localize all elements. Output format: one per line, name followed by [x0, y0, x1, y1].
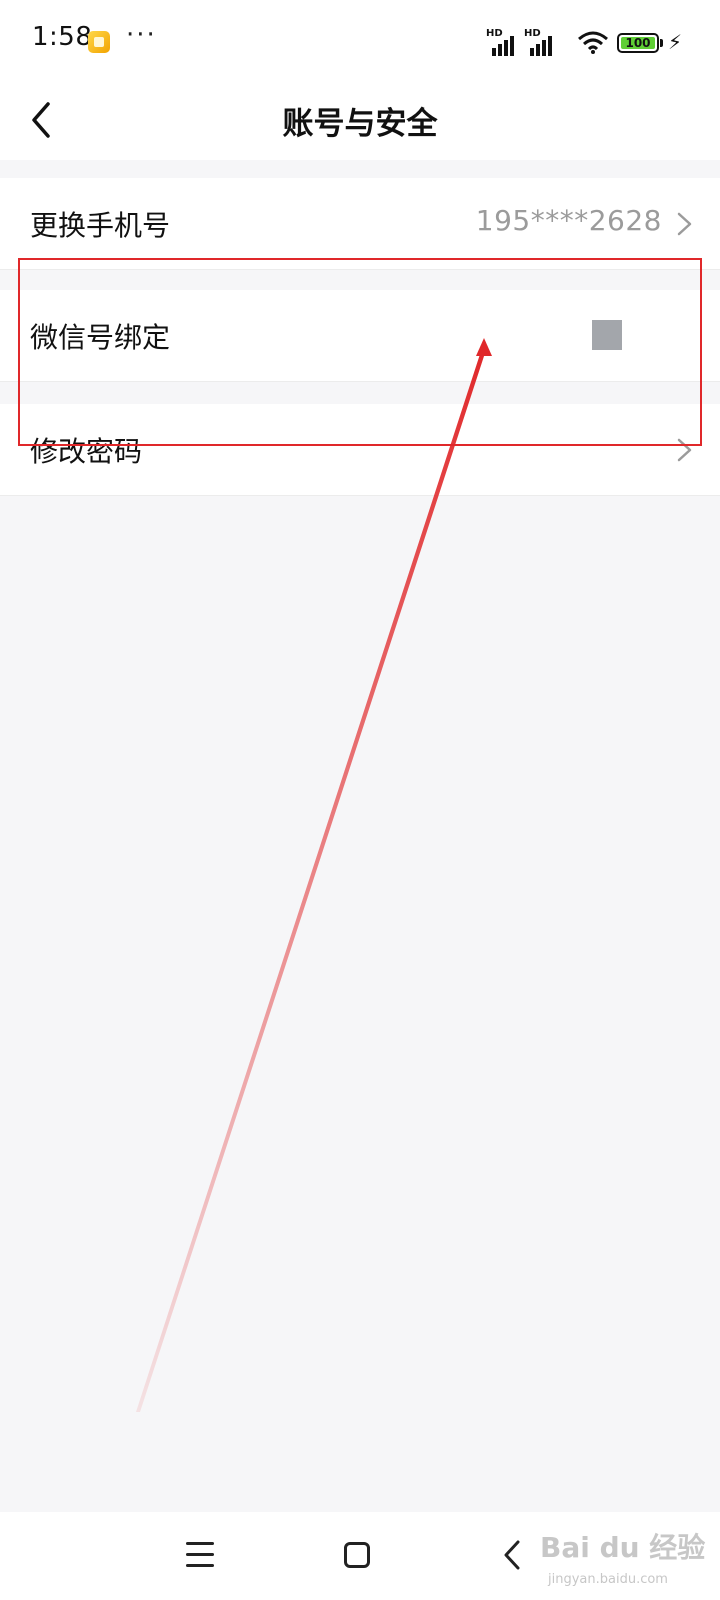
status-time: 1:58: [32, 22, 93, 52]
menu-icon[interactable]: [186, 1542, 214, 1568]
header: 账号与安全: [0, 80, 720, 160]
battery-level: 100: [625, 36, 651, 50]
status-bar: 1:58 ··· HD HD 100 ⚡: [0, 0, 720, 80]
home-icon[interactable]: [344, 1542, 370, 1568]
watermark: Bai du 经验: [540, 1531, 706, 1564]
settings-item-change-phone[interactable]: 更换手机号 195****2628: [0, 178, 720, 270]
chevron-right-icon: [677, 212, 692, 236]
charging-icon: ⚡: [668, 30, 683, 54]
signal-icon: HD: [486, 28, 526, 56]
annotation-highlight-box: [18, 258, 702, 446]
back-icon[interactable]: [500, 1538, 524, 1572]
app-notification-icon: [88, 31, 110, 53]
phone-number-value: 195****2628: [475, 204, 662, 237]
settings-item-label: 更换手机号: [30, 209, 171, 242]
wifi-icon: [578, 31, 608, 54]
more-dots-icon: ···: [126, 20, 157, 50]
battery-cap: [660, 39, 663, 47]
watermark-sub: jingyan.baidu.com: [548, 1572, 668, 1587]
signal-icon: HD: [524, 28, 564, 56]
signal-hd-label: HD: [486, 28, 503, 39]
signal-hd-label: HD: [524, 28, 541, 39]
divider: [0, 495, 720, 496]
page-title: 账号与安全: [282, 106, 438, 142]
battery-icon: 100: [617, 33, 659, 53]
